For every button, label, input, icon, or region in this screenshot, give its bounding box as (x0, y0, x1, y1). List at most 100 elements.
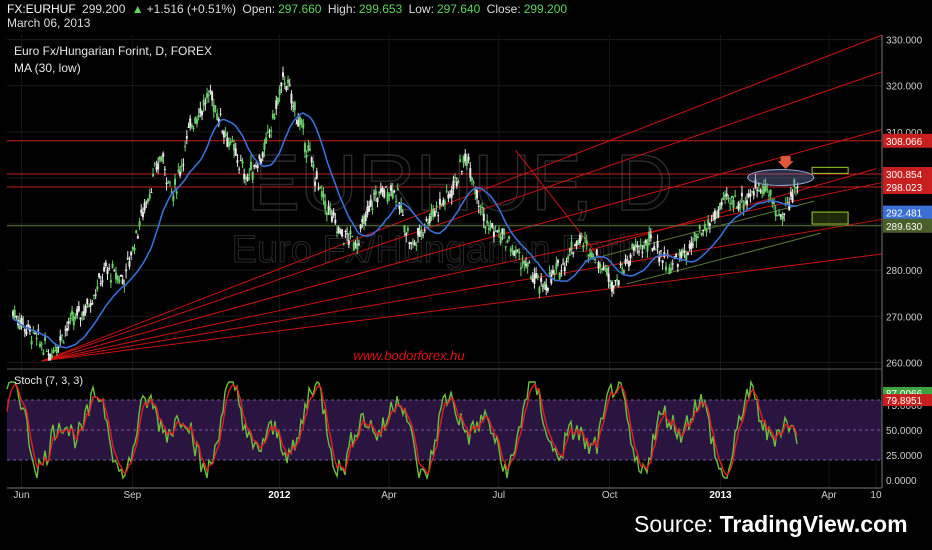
candle-body (25, 331, 28, 335)
candle-body (740, 192, 743, 197)
candle-body (713, 210, 716, 220)
candle-body (351, 236, 354, 238)
candle-body (636, 244, 639, 247)
candle-body (99, 282, 102, 285)
price-tag-label: 289.630 (886, 222, 923, 233)
candle-body (523, 260, 526, 265)
candle-body (484, 226, 487, 229)
candle-body (329, 207, 332, 215)
candle-body (133, 247, 136, 251)
candle-body (153, 163, 156, 165)
candle-body (135, 230, 138, 233)
candle-body (273, 116, 276, 119)
candle-body (433, 210, 436, 217)
price-chart[interactable]: EURHUF, D Euro Fx/Hungarian Forint 260.0… (0, 0, 932, 550)
candle-body (727, 197, 730, 199)
watermark: EURHUF, D Euro Fx/Hungarian Forint (231, 137, 674, 271)
candle-body (369, 199, 372, 207)
candle-body (79, 317, 82, 320)
price-tag-label: 308.066 (886, 137, 923, 148)
candle-body (791, 194, 794, 202)
ma-legend[interactable]: MA (30, low) (14, 61, 81, 75)
candle-body (342, 243, 345, 245)
candle-body (470, 177, 473, 181)
candle-body (175, 191, 178, 194)
symbol[interactable]: FX:EURHUF (7, 2, 76, 16)
candle-body (384, 186, 387, 188)
candle-body (698, 225, 701, 230)
chart-background (0, 0, 932, 550)
candle-body (594, 259, 597, 261)
candle-body (396, 188, 399, 191)
candle-body (638, 251, 641, 253)
candle-body (120, 275, 123, 277)
candle-body (268, 135, 271, 137)
candle-body (248, 174, 251, 176)
candle-body (769, 189, 772, 195)
candle-body (558, 272, 561, 279)
candle-body (312, 164, 315, 168)
candle-body (749, 193, 752, 197)
candle-body (368, 206, 371, 212)
candle-body (281, 72, 284, 77)
low-label: Low: (408, 2, 434, 16)
candle-body (308, 148, 311, 151)
candle-body (622, 269, 625, 274)
candle-body (386, 192, 389, 202)
candle-body (393, 190, 396, 193)
tradingview-logo[interactable]: TradingView.com (720, 511, 908, 537)
candle-body (717, 209, 720, 218)
candle-body (423, 230, 426, 232)
candle-body (152, 173, 155, 177)
candle-body (179, 171, 182, 176)
candle-body (403, 225, 406, 233)
candle-body (195, 118, 198, 124)
candle-body (585, 240, 588, 245)
candle-body (481, 206, 484, 209)
candle-body (479, 211, 482, 213)
candle-body (528, 262, 531, 264)
candle-body (786, 202, 789, 204)
candle-body (450, 189, 453, 198)
candle-body (659, 250, 662, 252)
candle-body (91, 302, 94, 305)
candle-body (71, 310, 74, 316)
candle-body (96, 286, 99, 289)
close-value: 299.200 (523, 2, 568, 16)
candle-body (511, 248, 514, 250)
candle-body (599, 263, 602, 268)
candle-body (197, 115, 200, 118)
candle-body (106, 269, 109, 275)
candle-body (572, 252, 575, 255)
candle-body (646, 242, 649, 252)
candle-body (508, 235, 511, 239)
candle-body (239, 159, 242, 161)
time-tick-label: 2012 (268, 490, 291, 501)
candle-body (261, 152, 264, 158)
candle-body (285, 85, 288, 90)
change: +1.516 (+0.51%) (146, 2, 237, 16)
candle-body (126, 257, 129, 260)
stoch-tick-label: 25.0000 (886, 451, 923, 462)
candle-body (332, 211, 335, 216)
candle-body (567, 256, 570, 260)
candle-body (319, 187, 322, 189)
candle-body (686, 252, 689, 256)
candle-body (125, 269, 128, 272)
candle-body (141, 211, 144, 218)
candle-body (627, 260, 630, 267)
source-prefix: Source: (634, 511, 720, 537)
candle-body (101, 280, 104, 283)
candle-body (364, 214, 367, 222)
candle-body (692, 244, 695, 246)
candle-body (766, 189, 769, 191)
candle-body (30, 340, 33, 345)
stoch-legend[interactable]: Stoch (7, 3, 3) (14, 375, 83, 387)
candle-body (172, 195, 175, 202)
candle-body (422, 234, 425, 236)
candle-body (42, 352, 45, 355)
candle-body (746, 200, 749, 205)
candle-body (410, 242, 413, 244)
candle-body (15, 316, 18, 318)
candle-body (565, 260, 568, 262)
